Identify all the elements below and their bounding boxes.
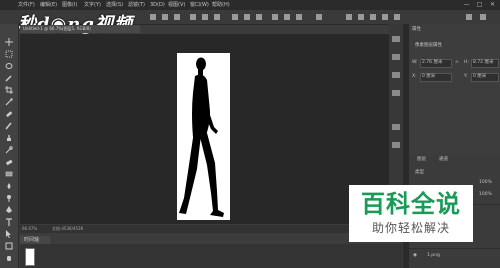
timeline-tab[interactable]: 时间轴 bbox=[20, 236, 50, 244]
properties-panel-icon[interactable] bbox=[392, 54, 400, 60]
distribute-icon[interactable] bbox=[244, 14, 250, 20]
brush-tool-icon[interactable] bbox=[5, 122, 13, 130]
align-left-icon[interactable] bbox=[150, 14, 156, 20]
distribute-icon[interactable] bbox=[272, 14, 278, 20]
search-icon[interactable] bbox=[466, 14, 472, 20]
close-icon[interactable]: ✕ bbox=[488, 0, 497, 9]
3d-mode-icon[interactable] bbox=[382, 14, 388, 20]
watermark-subtitle: 助你轻松解决 bbox=[371, 221, 450, 235]
menu-help[interactable]: 帮助(H) bbox=[212, 1, 230, 9]
eraser-tool-icon[interactable] bbox=[5, 158, 13, 166]
menu-edit[interactable]: 编辑(E) bbox=[40, 1, 57, 9]
document-info[interactable]: 文档:453K/453K bbox=[52, 225, 83, 233]
y-value: 0 厘米 bbox=[473, 74, 487, 79]
zoom-level[interactable]: 66.67% bbox=[22, 225, 37, 233]
distribute-icon[interactable] bbox=[296, 14, 302, 20]
tab-layers[interactable]: 图层 bbox=[417, 157, 426, 163]
height-field[interactable]: 8.72 厘米 bbox=[471, 59, 499, 68]
3d-mode-icon[interactable] bbox=[358, 14, 364, 20]
hand-tool-icon[interactable] bbox=[5, 254, 13, 261]
auto-align-icon[interactable] bbox=[316, 14, 322, 20]
x-label: X: bbox=[412, 74, 417, 79]
align-middle-icon[interactable] bbox=[202, 14, 208, 20]
y-field[interactable]: 0 厘米 bbox=[471, 73, 499, 82]
path-select-tool-icon[interactable] bbox=[5, 230, 13, 238]
menu-view[interactable]: 视图(V) bbox=[168, 1, 185, 9]
properties-panel: 属性 像素图层属性 W: 2.76 厘米 ∞ H: 8.72 厘米 X: 0 厘… bbox=[409, 24, 500, 154]
lasso-tool-icon[interactable] bbox=[5, 62, 13, 69]
dodge-tool-icon[interactable] bbox=[5, 194, 13, 202]
workspace-icon[interactable] bbox=[480, 14, 486, 20]
healing-brush-tool-icon[interactable] bbox=[5, 110, 13, 118]
marquee-tool-icon[interactable] bbox=[5, 50, 13, 58]
align-top-icon[interactable] bbox=[190, 14, 196, 20]
distribute-icon[interactable] bbox=[232, 14, 238, 20]
status-bar: 66.67% 文档:453K/453K bbox=[20, 225, 402, 233]
brush-panel-icon[interactable] bbox=[392, 124, 400, 130]
menu-select[interactable]: 选择(S) bbox=[106, 1, 123, 9]
timeline-panel bbox=[20, 244, 402, 268]
layer-row[interactable]: ◉ 1.png bbox=[409, 248, 500, 263]
menu-type[interactable]: 文字(Y) bbox=[84, 1, 101, 9]
blur-tool-icon[interactable] bbox=[5, 182, 13, 189]
eye-icon[interactable]: ◉ bbox=[413, 253, 417, 259]
walking-person-silhouette bbox=[179, 57, 224, 217]
height-value: 8.72 厘米 bbox=[473, 60, 494, 65]
y-label: Y: bbox=[464, 74, 468, 79]
3d-mode-icon[interactable] bbox=[394, 14, 400, 20]
character-panel-icon[interactable] bbox=[392, 142, 400, 148]
crop-tool-icon[interactable] bbox=[5, 86, 13, 94]
width-label: W: bbox=[412, 60, 418, 65]
3d-mode-icon[interactable] bbox=[370, 14, 376, 20]
menu-bar: 文件(F) 编辑(E) 图像(I) 文字(Y) 选择(S) 滤镜(T) 3D(D… bbox=[0, 0, 500, 10]
history-brush-tool-icon[interactable] bbox=[5, 146, 13, 154]
align-right-icon[interactable] bbox=[174, 14, 180, 20]
watermark-title: 百科全说 bbox=[361, 190, 461, 218]
libraries-panel-icon[interactable] bbox=[392, 90, 400, 96]
timeline-tab-label: 时间轴 bbox=[24, 237, 40, 243]
width-value: 2.76 厘米 bbox=[422, 60, 443, 65]
gradient-tool-icon[interactable] bbox=[5, 170, 13, 177]
3d-mode-icon[interactable] bbox=[346, 14, 352, 20]
panel-dock-icons bbox=[389, 24, 403, 194]
quick-select-tool-icon[interactable] bbox=[5, 74, 13, 82]
distribute-icon[interactable] bbox=[284, 14, 290, 20]
properties-panel-title: 属性 bbox=[412, 27, 421, 32]
x-value: 0 厘米 bbox=[422, 74, 436, 79]
opacity-value[interactable]: 100% bbox=[479, 180, 492, 186]
link-icon[interactable]: ∞ bbox=[455, 60, 459, 66]
adjustments-panel-icon[interactable] bbox=[392, 72, 400, 78]
menu-image[interactable]: 图像(I) bbox=[62, 1, 77, 9]
menu-file[interactable]: 文件(F) bbox=[18, 1, 35, 9]
watermark-badge: 百科全说 助你轻松解决 bbox=[349, 185, 473, 242]
clone-stamp-tool-icon[interactable] bbox=[5, 134, 13, 141]
align-bottom-icon[interactable] bbox=[214, 14, 220, 20]
timeline-frame-thumbnail[interactable] bbox=[25, 248, 35, 266]
tools-panel bbox=[0, 24, 19, 268]
pixel-layer-properties-label: 像素图层属性 bbox=[415, 43, 442, 48]
layer-filter-type[interactable]: 类型 bbox=[415, 170, 424, 176]
tab-channels[interactable]: 通道 bbox=[439, 157, 448, 163]
menu-3d[interactable]: 3D(D) bbox=[150, 1, 165, 9]
document-canvas[interactable] bbox=[177, 53, 230, 220]
move-tool-icon[interactable] bbox=[5, 38, 13, 46]
menu-window[interactable]: 窗口(W) bbox=[190, 1, 209, 9]
rectangle-tool-icon[interactable] bbox=[5, 242, 13, 250]
fill-value[interactable]: 100% bbox=[479, 192, 492, 198]
maximize-icon[interactable]: □ bbox=[475, 0, 484, 9]
minimize-icon[interactable]: — bbox=[462, 0, 471, 9]
type-tool-icon[interactable] bbox=[5, 218, 13, 226]
align-center-icon[interactable] bbox=[162, 14, 168, 20]
x-field[interactable]: 0 厘米 bbox=[420, 73, 452, 82]
menu-filter[interactable]: 滤镜(T) bbox=[128, 1, 145, 9]
distribute-icon[interactable] bbox=[256, 14, 262, 20]
eyedropper-tool-icon[interactable] bbox=[5, 98, 13, 106]
pen-tool-icon[interactable] bbox=[5, 206, 13, 213]
history-panel-icon[interactable] bbox=[392, 36, 400, 42]
height-label: H: bbox=[464, 60, 469, 65]
width-field[interactable]: 2.76 厘米 bbox=[420, 59, 452, 68]
layer-name: 1.png bbox=[427, 253, 440, 258]
document-tab-title: Untitled-1 @ 66.7%(图层1, RGB/8) bbox=[23, 26, 91, 31]
document-tab[interactable]: Untitled-1 @ 66.7%(图层1, RGB/8) bbox=[20, 25, 140, 33]
